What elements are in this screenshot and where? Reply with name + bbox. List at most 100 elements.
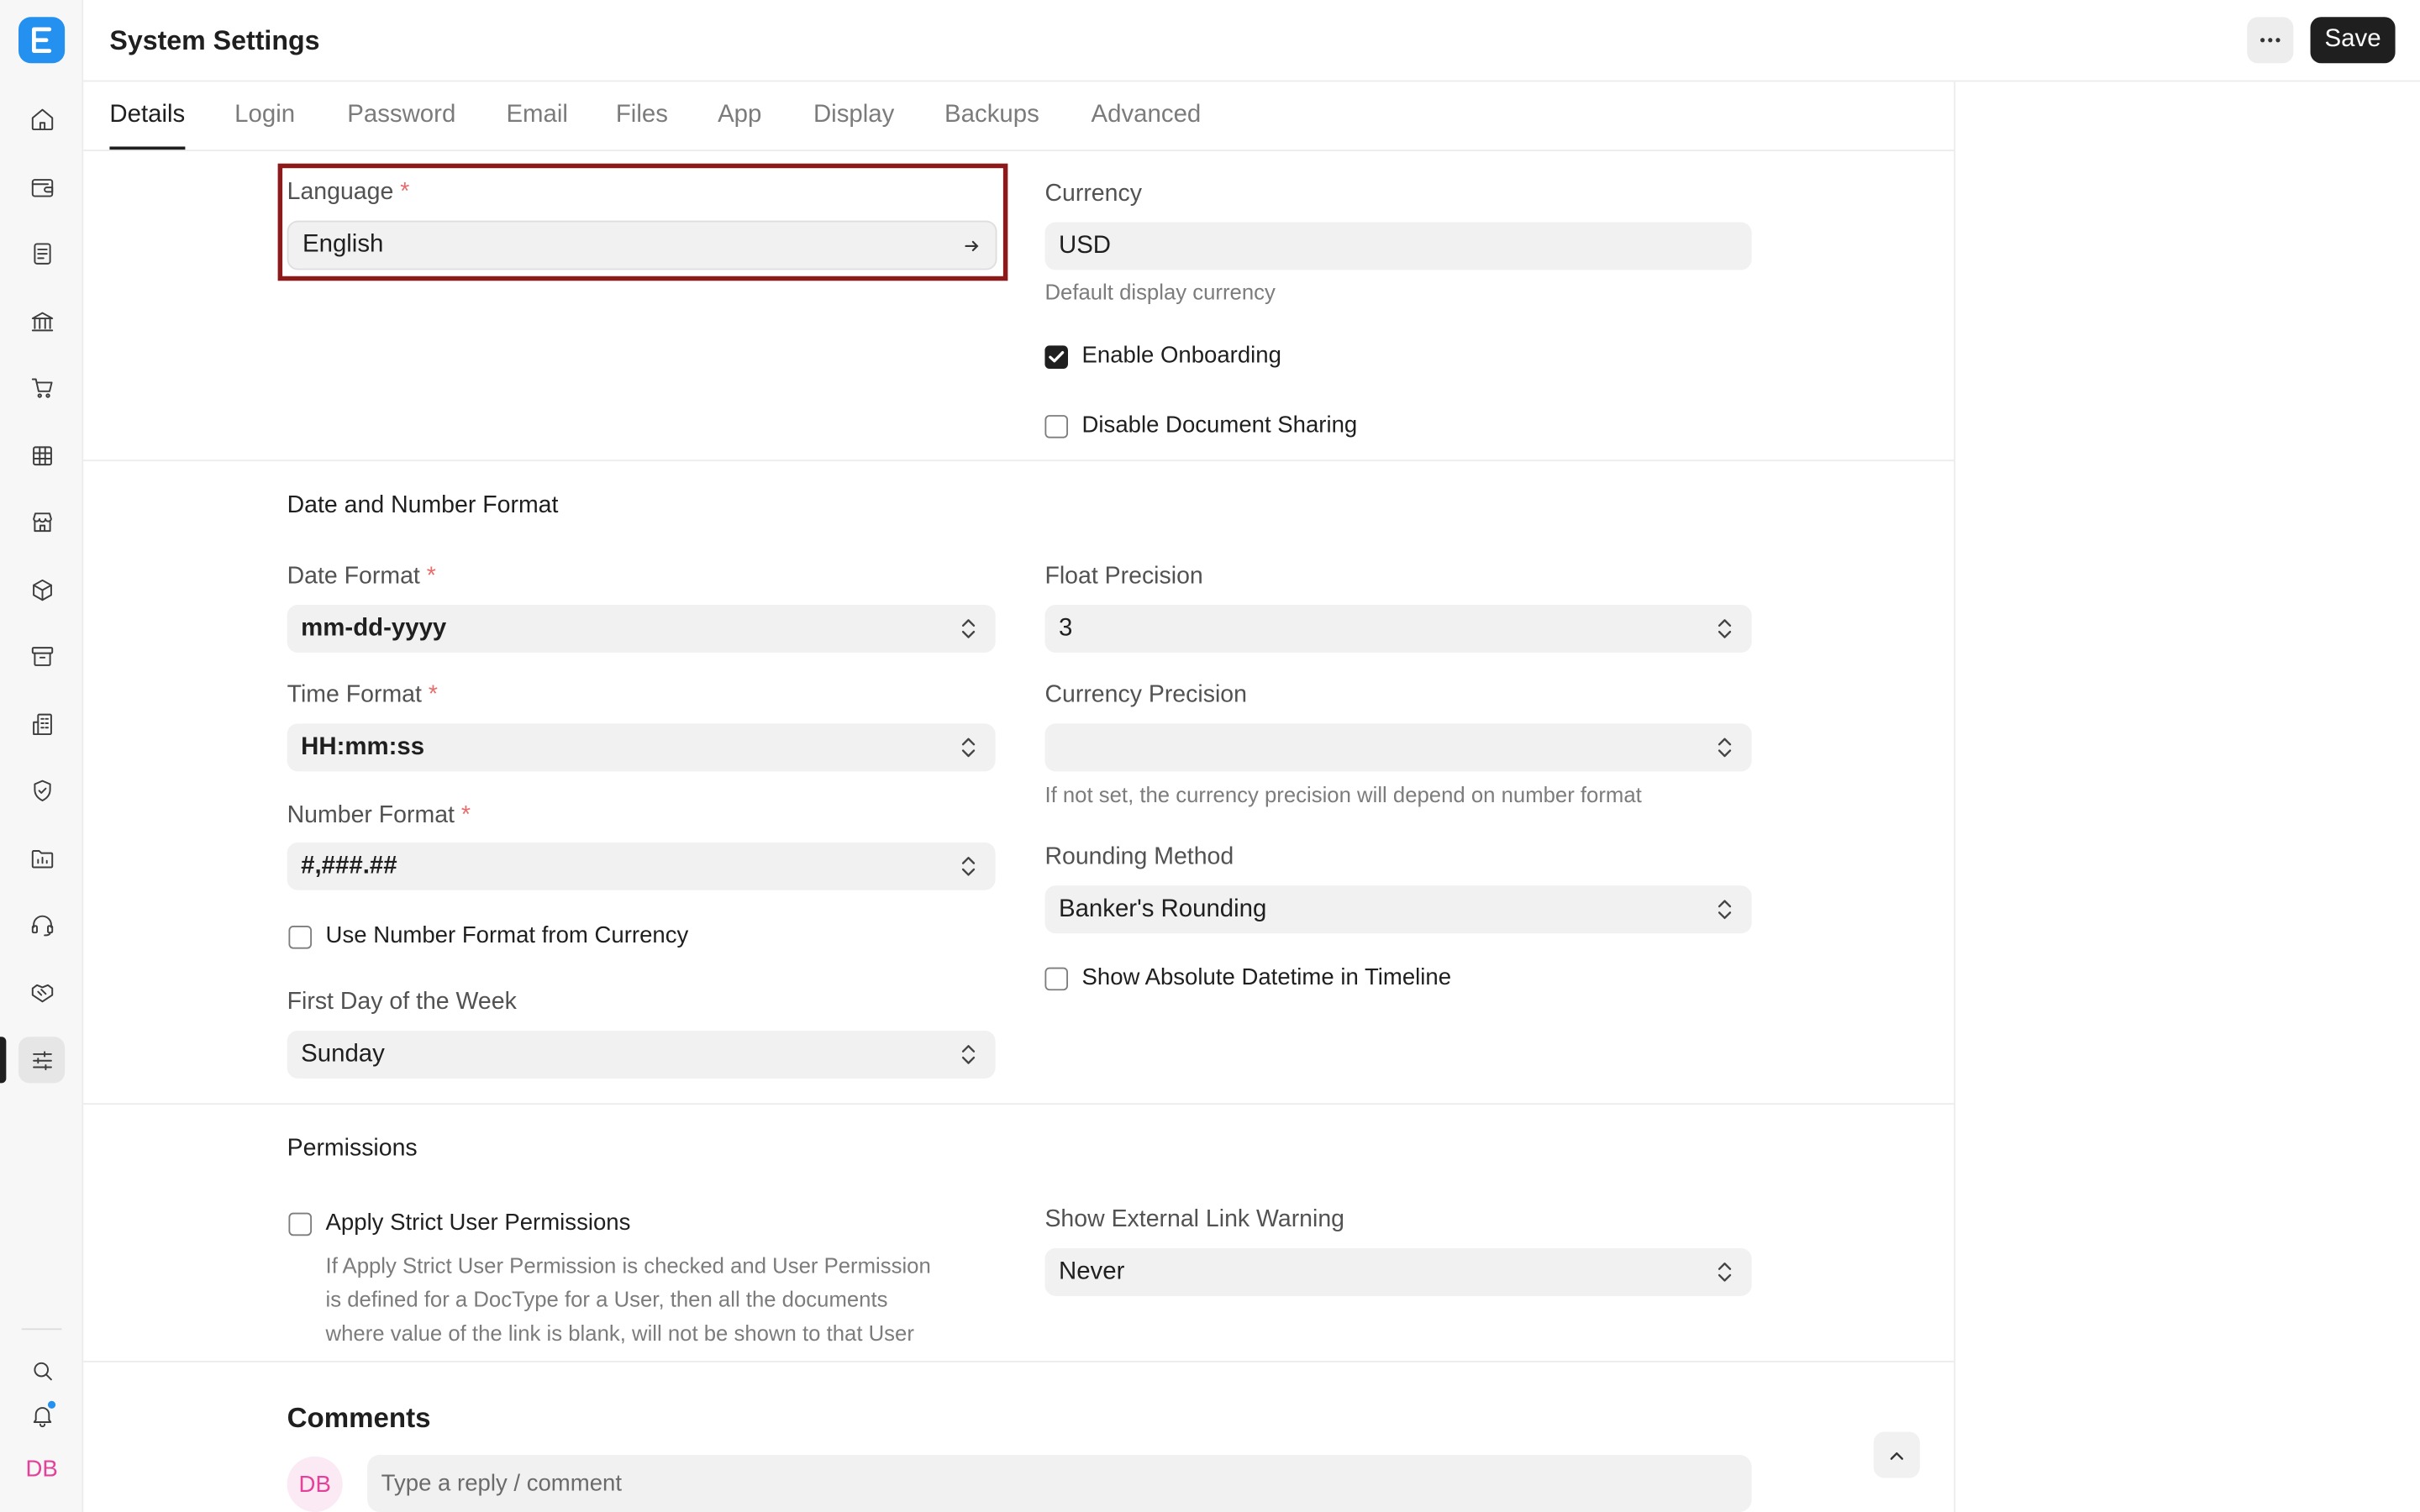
time-format-select[interactable]: HH:mm:ss bbox=[287, 723, 996, 772]
sidebar-item-banking[interactable] bbox=[18, 297, 65, 344]
tab-backups[interactable]: Backups bbox=[944, 102, 1039, 129]
arrow-right-icon[interactable] bbox=[963, 238, 980, 255]
page-title: System Settings bbox=[109, 24, 320, 56]
language-value: English bbox=[302, 231, 384, 258]
select-chevrons-icon bbox=[1718, 619, 1732, 638]
apply-strict-permissions-help: If Apply Strict User Permission is check… bbox=[325, 1252, 931, 1346]
sidebar-item-accounting[interactable] bbox=[18, 164, 65, 210]
currency-precision-help: If not set, the currency precision will … bbox=[1044, 782, 1642, 807]
headset-icon bbox=[30, 914, 53, 936]
date-format-select[interactable]: mm-dd-yyyy bbox=[287, 604, 996, 653]
notification-dot bbox=[46, 1399, 57, 1410]
sidebar-item-projects[interactable] bbox=[18, 835, 65, 881]
package-icon bbox=[32, 578, 51, 601]
currency-label: Currency bbox=[1044, 180, 1142, 207]
external-link-warning-select[interactable]: Never bbox=[1044, 1247, 1752, 1296]
number-format-select[interactable]: #,###.## bbox=[287, 842, 996, 890]
language-field[interactable]: English bbox=[287, 220, 997, 270]
currency-field[interactable]: USD bbox=[1044, 222, 1752, 270]
required-marker: * bbox=[460, 802, 471, 829]
select-chevrons-icon bbox=[1718, 1263, 1732, 1282]
select-chevrons-icon bbox=[1718, 738, 1732, 758]
disable-document-sharing-checkbox[interactable] bbox=[1044, 415, 1068, 438]
external-link-warning-label: Show External Link Warning bbox=[1044, 1206, 1345, 1233]
select-chevrons-icon bbox=[961, 619, 976, 638]
section-divider bbox=[83, 1103, 1954, 1105]
comment-avatar: DB bbox=[287, 1456, 343, 1512]
use-number-format-from-currency-checkbox[interactable] bbox=[288, 926, 313, 949]
check-icon bbox=[1049, 351, 1065, 363]
external-link-warning-value: Never bbox=[1058, 1257, 1125, 1285]
tab-bar: Details Login Password Email Files App D… bbox=[83, 81, 1954, 151]
folder-chart-icon bbox=[30, 849, 53, 868]
tab-login[interactable]: Login bbox=[234, 102, 295, 129]
required-marker: * bbox=[400, 179, 410, 206]
section-divider bbox=[83, 459, 1954, 462]
tab-display[interactable]: Display bbox=[813, 102, 894, 129]
rounding-method-select[interactable]: Banker's Rounding bbox=[1044, 885, 1752, 934]
currency-precision-select[interactable] bbox=[1044, 723, 1752, 772]
sidebar-item-reports[interactable] bbox=[18, 432, 65, 478]
more-actions-button[interactable] bbox=[2247, 17, 2294, 64]
sidebar-item-home[interactable] bbox=[18, 96, 65, 142]
time-format-label: Time Format * bbox=[287, 681, 438, 709]
tab-advanced[interactable]: Advanced bbox=[1092, 102, 1202, 129]
store-icon bbox=[32, 512, 51, 532]
more-horizontal-icon bbox=[2260, 38, 2281, 43]
sidebar-item-buying[interactable] bbox=[18, 364, 65, 410]
sidebar-item-assets[interactable] bbox=[18, 633, 65, 679]
required-marker: * bbox=[428, 681, 438, 709]
save-button[interactable]: Save bbox=[2310, 17, 2396, 64]
tab-details[interactable]: Details bbox=[109, 102, 185, 129]
apply-strict-permissions-checkbox[interactable] bbox=[288, 1212, 313, 1236]
sidebar-item-quality[interactable] bbox=[18, 767, 65, 813]
select-chevrons-icon bbox=[961, 1045, 976, 1064]
sidebar-notifications[interactable] bbox=[18, 1392, 65, 1438]
number-format-value: #,###.## bbox=[301, 852, 397, 879]
enable-onboarding-checkbox[interactable] bbox=[1044, 345, 1068, 369]
sidebar-item-crm[interactable] bbox=[18, 969, 65, 1015]
sidebar: DB bbox=[0, 0, 84, 1512]
sidebar-item-documents[interactable] bbox=[18, 230, 65, 276]
first-day-of-week-select[interactable]: Sunday bbox=[287, 1030, 996, 1079]
table-icon bbox=[32, 445, 51, 465]
archive-icon bbox=[30, 646, 53, 665]
select-chevrons-icon bbox=[961, 857, 976, 876]
number-format-label: Number Format * bbox=[287, 802, 471, 829]
sidebar-item-settings[interactable] bbox=[18, 1037, 66, 1084]
show-absolute-datetime-label: Show Absolute Datetime in Timeline bbox=[1081, 963, 1452, 991]
scroll-to-top-button[interactable] bbox=[1873, 1431, 1920, 1478]
tab-files[interactable]: Files bbox=[616, 102, 668, 129]
time-format-value: HH:mm:ss bbox=[301, 733, 425, 760]
sidebar-item-selling[interactable] bbox=[18, 498, 65, 544]
tab-email[interactable]: Email bbox=[506, 102, 567, 129]
date-format-value: mm-dd-yyyy bbox=[301, 614, 447, 642]
float-precision-label: Float Precision bbox=[1044, 563, 1203, 590]
sidebar-item-support[interactable] bbox=[18, 901, 65, 948]
cart-icon bbox=[30, 377, 52, 397]
user-avatar[interactable]: DB bbox=[18, 1447, 65, 1490]
app-logo[interactable] bbox=[18, 17, 66, 64]
tab-app[interactable]: App bbox=[718, 102, 761, 129]
float-precision-select[interactable]: 3 bbox=[1044, 604, 1752, 653]
date-format-label: Date Format * bbox=[287, 563, 436, 590]
first-day-of-week-label: First Day of the Week bbox=[287, 989, 517, 1016]
use-number-format-from-currency-label: Use Number Format from Currency bbox=[325, 922, 689, 949]
tab-password[interactable]: Password bbox=[347, 102, 455, 129]
comment-input[interactable] bbox=[367, 1455, 1752, 1512]
handshake-icon bbox=[30, 983, 53, 1002]
home-icon bbox=[30, 108, 53, 130]
show-absolute-datetime-checkbox[interactable] bbox=[1044, 967, 1068, 991]
section-divider bbox=[83, 1360, 1954, 1362]
currency-help: Default display currency bbox=[1044, 279, 1276, 304]
settings-sliders-icon bbox=[32, 1050, 51, 1070]
section-title-date-number-format: Date and Number Format bbox=[287, 491, 559, 519]
currency-precision-label: Currency Precision bbox=[1044, 681, 1247, 709]
building-icon bbox=[32, 712, 51, 735]
search-icon bbox=[33, 1361, 51, 1380]
sidebar-item-stock[interactable] bbox=[18, 566, 65, 612]
sidebar-item-organization[interactable] bbox=[18, 701, 65, 747]
comments-title: Comments bbox=[287, 1402, 431, 1434]
apply-strict-permissions-label: Apply Strict User Permissions bbox=[325, 1209, 631, 1236]
sidebar-search[interactable] bbox=[18, 1347, 65, 1393]
